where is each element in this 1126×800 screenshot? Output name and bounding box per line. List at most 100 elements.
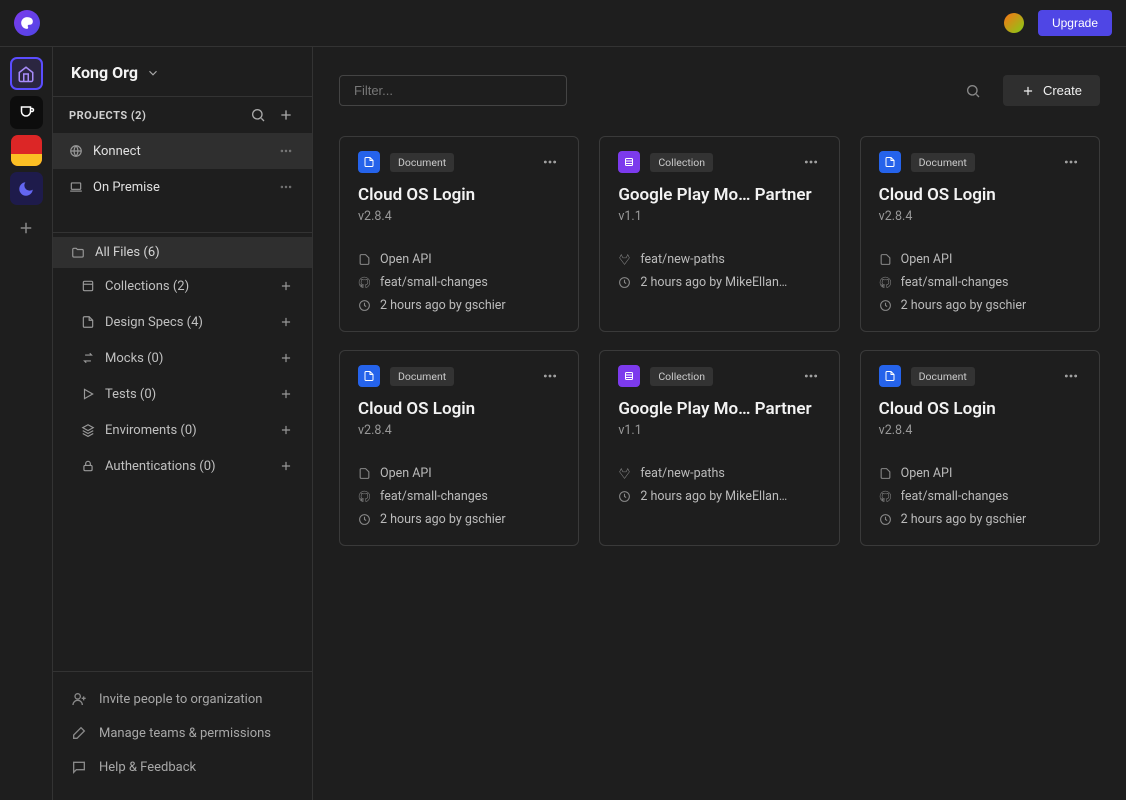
tree-design-specs[interactable]: Design Specs (4) [53,304,312,340]
cards-grid: Document Cloud OS Login v2.8.4 Open API … [339,136,1100,546]
card-more-button[interactable] [540,366,560,386]
plus-icon [279,423,293,437]
play-icon [81,387,95,401]
card-version: v1.1 [618,423,820,438]
rail-moon[interactable] [10,172,43,205]
search-icon [250,107,266,123]
card-more-button[interactable] [1061,152,1081,172]
projects-search-button[interactable] [248,105,268,125]
card-branch: feat/new-paths [618,252,820,267]
sidebar-bottom: Invite people to organization Manage tea… [53,671,312,800]
plus-icon [278,107,294,123]
card-title: Cloud OS Login [358,399,560,419]
chat-icon [71,759,87,775]
file-card[interactable]: Collection Google Play Mo… Partner v1.1 … [599,136,839,332]
laptop-icon [69,180,83,194]
projects-label: PROJECTS (2) [69,109,146,122]
lock-icon [81,459,95,473]
card-badge: Document [390,367,454,386]
card-title: Cloud OS Login [879,185,1081,205]
folder-icon [71,246,85,260]
tree-all-files[interactable]: All Files (6) [53,237,312,268]
plus-icon [279,351,293,365]
card-time: 2 hours ago by gschier [358,298,560,313]
invite-people-button[interactable]: Invite people to organization [53,682,312,716]
card-version: v2.8.4 [358,209,560,224]
bottom-label: Help & Feedback [99,760,196,775]
project-item-on-premise[interactable]: On Premise [53,169,312,205]
tree-label: Design Specs (4) [105,315,203,330]
main-header: Create [339,75,1100,106]
card-time: 2 hours ago by gschier [358,512,560,527]
globe-icon [69,144,83,158]
swap-icon [81,351,95,365]
tree-add-button[interactable] [276,348,296,368]
plus-icon [279,387,293,401]
card-branch: feat/small-changes [879,489,1081,504]
card-more-button[interactable] [801,366,821,386]
tree-collections[interactable]: Collections (2) [53,268,312,304]
project-item-konnect[interactable]: Konnect [53,133,312,169]
user-plus-icon [71,691,87,707]
app-logo[interactable] [14,10,40,36]
projects-add-button[interactable] [276,105,296,125]
card-title: Cloud OS Login [879,399,1081,419]
card-version: v2.8.4 [358,423,560,438]
card-more-button[interactable] [801,152,821,172]
file-card[interactable]: Collection Google Play Mo… Partner v1.1 … [599,350,839,546]
tree-environments[interactable]: Enviroments (0) [53,412,312,448]
card-spec: Open API [879,252,1081,267]
tree-add-button[interactable] [276,276,296,296]
tree-add-button[interactable] [276,312,296,332]
tree-add-button[interactable] [276,456,296,476]
file-card[interactable]: Document Cloud OS Login v2.8.4 Open API … [339,350,579,546]
search-icon [965,83,981,99]
file-card[interactable]: Document Cloud OS Login v2.8.4 Open API … [860,350,1100,546]
document-icon [358,151,380,173]
filter-input[interactable] [339,75,567,106]
tree-authentications[interactable]: Authentications (0) [53,448,312,484]
rail-home[interactable] [10,57,43,90]
card-spec: Open API [879,466,1081,481]
project-more-button[interactable] [276,141,296,161]
sidebar: Kong Org PROJECTS (2) Konnect On Premise [53,47,313,800]
upgrade-button[interactable]: Upgrade [1038,10,1112,36]
tree-add-button[interactable] [276,420,296,440]
plus-icon [17,219,35,237]
rail-cup[interactable] [10,96,43,129]
document-icon [879,151,901,173]
help-feedback-button[interactable]: Help & Feedback [53,750,312,784]
card-badge: Collection [650,153,713,172]
project-name: Konnect [93,144,141,159]
manage-teams-button[interactable]: Manage teams & permissions [53,716,312,750]
project-more-button[interactable] [276,177,296,197]
card-more-button[interactable] [540,152,560,172]
card-time: 2 hours ago by gschier [879,298,1081,313]
card-title: Google Play Mo… Partner [618,185,820,205]
card-branch: feat/small-changes [358,275,560,290]
tree-add-button[interactable] [276,384,296,404]
project-name: On Premise [93,180,160,195]
org-name: Kong Org [71,63,138,82]
tree-mocks[interactable]: Mocks (0) [53,340,312,376]
rail-workspace-avatar[interactable] [11,135,42,166]
org-switcher[interactable]: Kong Org [53,47,312,97]
card-more-button[interactable] [1061,366,1081,386]
card-branch: feat/small-changes [358,489,560,504]
create-button[interactable]: Create [1003,75,1100,106]
file-card[interactable]: Document Cloud OS Login v2.8.4 Open API … [339,136,579,332]
file-card[interactable]: Document Cloud OS Login v2.8.4 Open API … [860,136,1100,332]
card-spec: Open API [358,252,560,267]
plus-icon [1021,84,1035,98]
plus-icon [279,459,293,473]
user-avatar[interactable] [1004,13,1024,33]
card-branch: feat/new-paths [618,466,820,481]
bottom-label: Invite people to organization [99,692,262,707]
nav-rail [0,47,53,800]
rail-add[interactable] [10,211,43,244]
top-right: Upgrade [1004,10,1112,36]
plus-icon [279,315,293,329]
tree-tests[interactable]: Tests (0) [53,376,312,412]
main-content: Create Document Cloud OS Login v2.8.4 Op… [313,47,1126,800]
collection-icon [618,365,640,387]
